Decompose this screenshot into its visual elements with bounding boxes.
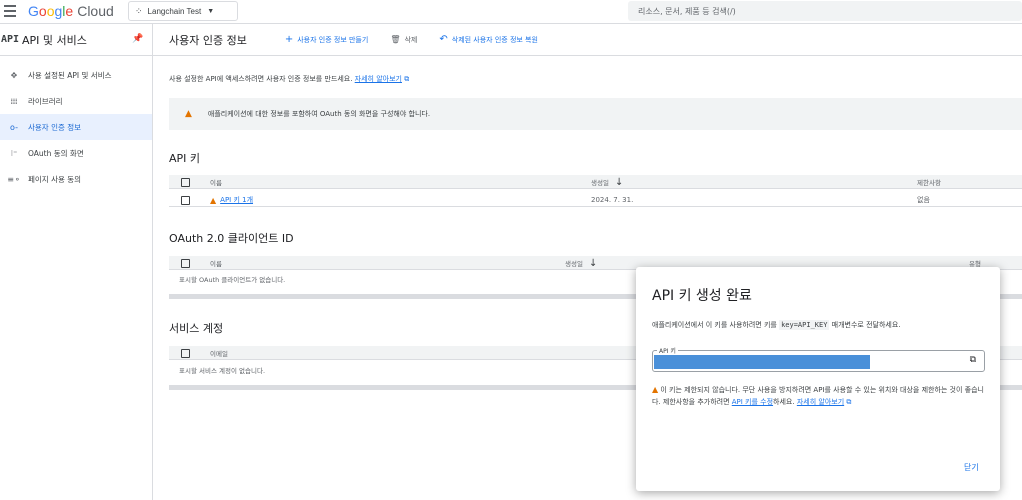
external-link-icon: ⧉ <box>404 75 410 83</box>
sidebar-item-label: 사용 설정된 API 및 서비스 <box>28 70 112 80</box>
library-icon: 𝍖 <box>10 96 18 106</box>
api-key-restrictions: 없음 <box>917 196 930 204</box>
consent-warning-banner: ▲ 애플리케이션에 대한 정보를 포함하여 OAuth 동의 화면을 구성해야 … <box>169 98 1022 130</box>
select-all-checkbox[interactable] <box>181 177 190 187</box>
column-name: 이름 <box>210 260 222 268</box>
delete-button[interactable]: 🗑 삭제 <box>390 35 417 45</box>
sort-arrow-icon: ↓ <box>614 176 624 188</box>
api-key-created-dialog: API 키 생성 완료 애플리케이션에서 이 키를 사용하려면 키를 key=A… <box>636 267 1000 491</box>
external-link-icon: ⧉ <box>846 398 852 406</box>
oauth-title: OAuth 2.0 클라이언트 ID <box>169 232 294 245</box>
project-selector[interactable]: ⁘ Langchain Test ▼ <box>128 1 238 21</box>
api-key-value-selected[interactable] <box>654 355 870 369</box>
table-row: ▲ API 키 1개 2024. 7. 31. 없음 <box>169 193 1022 207</box>
sidebar-item-label: OAuth 동의 화면 <box>28 148 84 158</box>
restore-deleted-button[interactable]: ↶ 삭제된 사용자 인증 정보 복원 <box>439 34 538 45</box>
dialog-description: 애플리케이션에서 이 키를 사용하려면 키를 key=API_KEY 매개변수로… <box>652 320 901 330</box>
edit-api-key-link[interactable]: API 키를 수정 <box>732 398 773 406</box>
restore-label: 삭제된 사용자 인증 정보 복원 <box>451 35 538 44</box>
top-bar: Google Cloud ⁘ Langchain Test ▼ 리소스, 문서, … <box>0 0 1022 24</box>
sidebar-header: API API 및 서비스 📌 <box>0 24 152 56</box>
close-button[interactable]: 닫기 <box>964 462 979 473</box>
column-name: 이름 <box>210 179 222 187</box>
dialog-warning-mid: 하세요. <box>773 398 795 406</box>
oauth-empty-message: 표시할 OAuth 클라이언트가 없습니다. <box>179 276 286 284</box>
plus-icon: + <box>284 34 294 45</box>
sidebar-item-page-usage[interactable]: ≡⚬ 페이지 사용 동의 <box>0 166 152 192</box>
description-text: 사용 설정한 API에 액세스하려면 사용자 인증 정보를 만드세요. <box>169 75 353 83</box>
sidebar: API API 및 서비스 📌 ✥ 사용 설정된 API 및 서비스 𝍖 라이브… <box>0 24 153 500</box>
learn-more-link[interactable]: 자세히 알아보기 <box>355 75 402 83</box>
column-restrictions: 제한사항 <box>917 179 941 187</box>
column-created-label: 생성일 <box>565 260 583 268</box>
create-credentials-label: 사용자 인증 정보 만들기 <box>297 35 369 44</box>
pin-icon[interactable]: 📌 <box>132 34 143 44</box>
google-cloud-logo[interactable]: Google Cloud <box>28 3 114 19</box>
page-header: 사용자 인증 정보 + 사용자 인증 정보 만들기 🗑 삭제 ↶ 삭제된 사용자 인증… <box>153 24 1022 56</box>
warning-text: 애플리케이션에 대한 정보를 포함하여 OAuth 동의 화면을 구성해야 합니… <box>207 110 431 118</box>
sidebar-item-library[interactable]: 𝍖 라이브러리 <box>0 88 152 114</box>
service-accounts-empty-message: 표시할 서비스 계정이 없습니다. <box>179 367 266 375</box>
dialog-desc-after: 매개변수로 전달하세요. <box>831 321 901 329</box>
warning-icon: ▲ <box>210 195 217 205</box>
dialog-title: API 키 생성 완료 <box>652 288 752 304</box>
row-checkbox[interactable] <box>181 195 190 205</box>
service-accounts-title: 서비스 계정 <box>169 322 224 335</box>
api-hub-icon: ✥ <box>10 70 18 80</box>
sidebar-item-label: 페이지 사용 동의 <box>28 174 82 184</box>
column-email: 이메일 <box>210 350 228 358</box>
api-icon: API <box>1 34 20 45</box>
settings-list-icon: ≡⚬ <box>7 174 21 184</box>
column-created[interactable]: 생성일 ↓ <box>591 175 623 189</box>
dialog-desc-code: key=API_KEY <box>779 320 830 330</box>
api-key-created: 2024. 7. 31. <box>591 196 634 204</box>
api-keys-table-header: 이름 생성일 ↓ 제한사항 <box>169 175 1022 189</box>
copy-icon[interactable]: ⧉ <box>970 355 976 365</box>
key-icon: o- <box>10 122 18 132</box>
sidebar-item-credentials[interactable]: o- 사용자 인증 정보 <box>0 114 152 140</box>
dialog-warning: ▲ 이 키는 제한되지 않습니다. 무단 사용을 방지하려면 API를 사용할 … <box>652 384 986 408</box>
api-key-name-link[interactable]: API 키 1개 <box>220 195 253 205</box>
consent-icon: ⁝⁼ <box>10 148 18 158</box>
sidebar-item-label: 라이브러리 <box>28 96 63 106</box>
project-name: Langchain Test <box>147 6 202 16</box>
warning-icon: ▲ <box>652 385 659 394</box>
sidebar-title: API 및 서비스 <box>22 33 87 47</box>
menu-icon[interactable] <box>4 5 16 17</box>
column-created-label: 생성일 <box>591 179 609 187</box>
api-key-field[interactable]: API 키 ⧉ <box>652 346 985 372</box>
sidebar-item-oauth-consent[interactable]: ⁝⁼ OAuth 동의 화면 <box>0 140 152 166</box>
sidebar-item-enabled-apis[interactable]: ✥ 사용 설정된 API 및 서비스 <box>0 62 152 88</box>
warning-icon: ▲ <box>185 109 192 119</box>
select-all-checkbox[interactable] <box>181 258 190 268</box>
chevron-down-icon: ▼ <box>207 7 215 15</box>
column-created[interactable]: 생성일 ↓ <box>565 256 597 270</box>
delete-label: 삭제 <box>404 35 418 44</box>
logo-cloud-text: Cloud <box>77 3 114 19</box>
undo-icon: ↶ <box>439 34 448 45</box>
api-key-field-label: API 키 <box>657 346 678 355</box>
sort-arrow-icon: ↓ <box>588 257 598 269</box>
trash-icon: 🗑 <box>390 35 401 44</box>
page-title: 사용자 인증 정보 <box>169 33 247 47</box>
dialog-desc-before: 애플리케이션에서 이 키를 사용하려면 키를 <box>652 321 777 329</box>
create-credentials-button[interactable]: + 사용자 인증 정보 만들기 <box>285 34 368 45</box>
project-icon: ⁘ <box>135 5 143 16</box>
api-keys-title: API 키 <box>169 152 201 165</box>
learn-more-link[interactable]: 자세히 알아보기 <box>797 398 844 406</box>
search-input[interactable]: 리소스, 문서, 제품 등 검색(/) <box>628 1 1022 21</box>
sidebar-item-label: 사용자 인증 정보 <box>28 122 82 132</box>
page-description: 사용 설정한 API에 액세스하려면 사용자 인증 정보를 만드세요. 자세히 … <box>169 74 409 84</box>
select-all-checkbox[interactable] <box>181 348 190 358</box>
